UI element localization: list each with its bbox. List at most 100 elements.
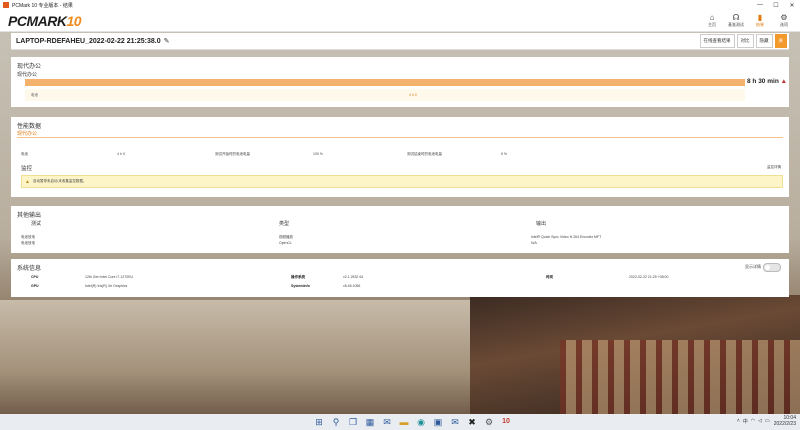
cell: 电池放电 bbox=[21, 241, 35, 245]
col-type: 类型 bbox=[279, 221, 290, 227]
volume-icon[interactable]: ◁ bbox=[758, 418, 762, 424]
headset-icon: ☊ bbox=[732, 13, 740, 22]
sys-value: Intel(R) Iris(R) Xe Graphics bbox=[85, 284, 128, 288]
search-icon[interactable]: ⚲ bbox=[329, 416, 343, 428]
warning-icon: ▲ bbox=[25, 178, 30, 185]
background-pillars bbox=[560, 340, 800, 415]
taskbar-apps: ⊞ ⚲ ❐ ▦ ✉ ▬ ◉ ▣ ✉ ✖ ⚙ 10 bbox=[312, 416, 516, 428]
monitor-warning: ▲ 自动暂停未启动,未收集监控数据。 bbox=[21, 175, 783, 188]
task-view-icon[interactable]: ❐ bbox=[346, 416, 360, 428]
other-output-panel: 其他输出 测试 类型 输出 电池放电 视频播放 Intel® Quick Syn… bbox=[11, 206, 789, 253]
sys-key: GPU bbox=[31, 284, 39, 288]
compare-button[interactable]: 对比 bbox=[736, 34, 754, 48]
chat-icon[interactable]: ✉ bbox=[380, 416, 394, 428]
metric-value: 100 % bbox=[313, 152, 323, 156]
view-online-button[interactable]: 在线查看结果 bbox=[699, 34, 735, 48]
maximize-icon[interactable]: ☐ bbox=[768, 2, 784, 9]
nav-label: 结果 bbox=[756, 22, 764, 27]
clock[interactable]: 10:04 2022/2/23 bbox=[774, 415, 796, 427]
details-toggle[interactable] bbox=[763, 263, 781, 272]
sys-key: CPU bbox=[31, 275, 39, 279]
warning-icon: ▲ bbox=[780, 78, 788, 85]
details-toggle-label: 显示详情 bbox=[745, 264, 761, 269]
monitor-details-link[interactable]: 监控详情 bbox=[767, 165, 781, 170]
metric-value: 5 % bbox=[501, 152, 508, 156]
battery-row: 电池 4 h 0 bbox=[25, 89, 745, 101]
app-icon bbox=[3, 2, 9, 8]
app-header: PCMARK10 ⌂ 主页 ☊ 基准测试 ▮ 结果 ⚙ 选项 bbox=[0, 10, 800, 32]
tab-underline bbox=[17, 137, 783, 138]
nav-label: 选项 bbox=[780, 22, 788, 27]
widgets-icon[interactable]: ▦ bbox=[363, 416, 377, 428]
mail-icon[interactable]: ✉ bbox=[448, 416, 462, 428]
minimize-icon[interactable]: — bbox=[752, 2, 768, 9]
top-navigation: ⌂ 主页 ☊ 基准测试 ▮ 结果 ⚙ 选项 bbox=[700, 13, 796, 28]
window-titlebar: PCMark 10 专业版本 - 结果 — ☐ ✕ bbox=[0, 0, 800, 10]
home-icon: ⌂ bbox=[709, 13, 715, 22]
col-output: 输出 bbox=[536, 221, 547, 227]
col-test: 测试 bbox=[31, 221, 42, 227]
nav-home[interactable]: ⌂ 主页 bbox=[700, 13, 724, 28]
edit-pencil-icon[interactable]: ✎ bbox=[164, 37, 170, 45]
score-text: 8 h 30 min bbox=[747, 78, 779, 85]
battery-label: 电池 bbox=[31, 93, 38, 97]
explorer-icon[interactable]: ▬ bbox=[397, 416, 411, 428]
close-result-button[interactable]: 关 bbox=[774, 34, 787, 48]
clock-date: 2022/2/23 bbox=[773, 421, 796, 427]
battery-icon[interactable]: ▭ bbox=[765, 418, 770, 424]
pcmark-icon[interactable]: 10 bbox=[499, 416, 513, 428]
cell: OpenCL bbox=[279, 241, 293, 245]
sys-value: 12th Gen Intel Core i7-1270EU bbox=[85, 275, 134, 279]
logo-number: 10 bbox=[66, 12, 82, 29]
sys-key: 时间 bbox=[546, 275, 553, 279]
language-indicator[interactable]: 中 bbox=[743, 418, 748, 425]
sys-value: v5.46.1056 bbox=[343, 284, 361, 288]
nav-label: 主页 bbox=[708, 22, 716, 27]
cell: Intel® Quick Sync Video H.264 Encoder MF… bbox=[531, 235, 602, 239]
battery-value: 4 h 0 bbox=[409, 93, 417, 97]
windows-taskbar: ⊞ ⚲ ❐ ▦ ✉ ▬ ◉ ▣ ✉ ✖ ⚙ 10 ˄ 中 ◠ ◁ ▭ 10:04… bbox=[0, 414, 800, 430]
store-icon[interactable]: ▣ bbox=[431, 416, 445, 428]
cell: 电池放电 bbox=[21, 235, 35, 239]
cell: 视频播放 bbox=[279, 235, 293, 239]
nav-benchmarks[interactable]: ☊ 基准测试 bbox=[724, 13, 748, 28]
bar-chart-icon: ▮ bbox=[757, 13, 763, 22]
logo-text: PCMARK bbox=[8, 12, 67, 29]
section-title: 现代办公 bbox=[17, 64, 42, 70]
window-title: PCMark 10 专业版本 - 结果 bbox=[12, 2, 73, 9]
nav-label: 基准测试 bbox=[728, 22, 744, 27]
sys-value: v2.1.2532 64 bbox=[343, 275, 364, 279]
close-icon[interactable]: ✕ bbox=[784, 2, 800, 9]
pcmark-logo: PCMARK10 bbox=[8, 12, 82, 29]
nav-options[interactable]: ⚙ 选项 bbox=[772, 13, 796, 28]
system-tray: ˄ 中 ◠ ◁ ▭ 10:04 2022/2/23 bbox=[737, 415, 796, 427]
monitor-title: 监控 bbox=[21, 166, 33, 172]
score-value: 8 h 30 min ▲ bbox=[747, 78, 787, 85]
nav-results[interactable]: ▮ 结果 bbox=[748, 13, 772, 28]
edge-icon[interactable]: ◉ bbox=[414, 416, 428, 428]
score-bar bbox=[25, 79, 745, 86]
xbox-icon[interactable]: ✖ bbox=[465, 416, 479, 428]
metric-label: 测试开始时的电池电量 bbox=[215, 152, 250, 156]
metric-label: 电池 bbox=[21, 152, 28, 156]
tab-modern-office[interactable]: 现代办公 bbox=[17, 130, 37, 137]
warning-text: 自动暂停未启动,未收集监控数据。 bbox=[32, 179, 87, 183]
sys-value: 2022-02-22 21:25 +08:00 bbox=[629, 275, 669, 279]
result-header: LAPTOP-RDEFAHEU_2022-02-22 21:25:38.0 ✎ … bbox=[11, 33, 789, 50]
sys-key: SystemInfo bbox=[291, 284, 310, 288]
system-info-panel: 系统信息 显示详情 CPU 12th Gen Intel Core i7-127… bbox=[11, 259, 789, 297]
gear-icon: ⚙ bbox=[780, 13, 788, 22]
start-icon[interactable]: ⊞ bbox=[312, 416, 326, 428]
sys-key: 操作系统 bbox=[291, 275, 305, 279]
section-title: 系统信息 bbox=[17, 266, 42, 272]
chevron-up-icon[interactable]: ˄ bbox=[737, 418, 740, 424]
modern-office-panel: 现代办公 现代办公 8 h 30 min ▲ 电池 4 h 0 bbox=[11, 57, 789, 107]
bar-label: 现代办公 bbox=[17, 72, 38, 78]
wifi-icon[interactable]: ◠ bbox=[751, 418, 755, 424]
settings-icon[interactable]: ⚙ bbox=[482, 416, 496, 428]
performance-data-panel: 性能数据 现代办公 电池 4 h 0 测试开始时的电池电量 100 % 测试结束… bbox=[11, 117, 789, 197]
hide-button[interactable]: 隐藏 bbox=[755, 34, 773, 48]
section-title: 性能数据 bbox=[17, 124, 42, 130]
result-title: LAPTOP-RDEFAHEU_2022-02-22 21:25:38.0 bbox=[16, 37, 161, 45]
metric-value: 4 h 0 bbox=[117, 152, 125, 156]
